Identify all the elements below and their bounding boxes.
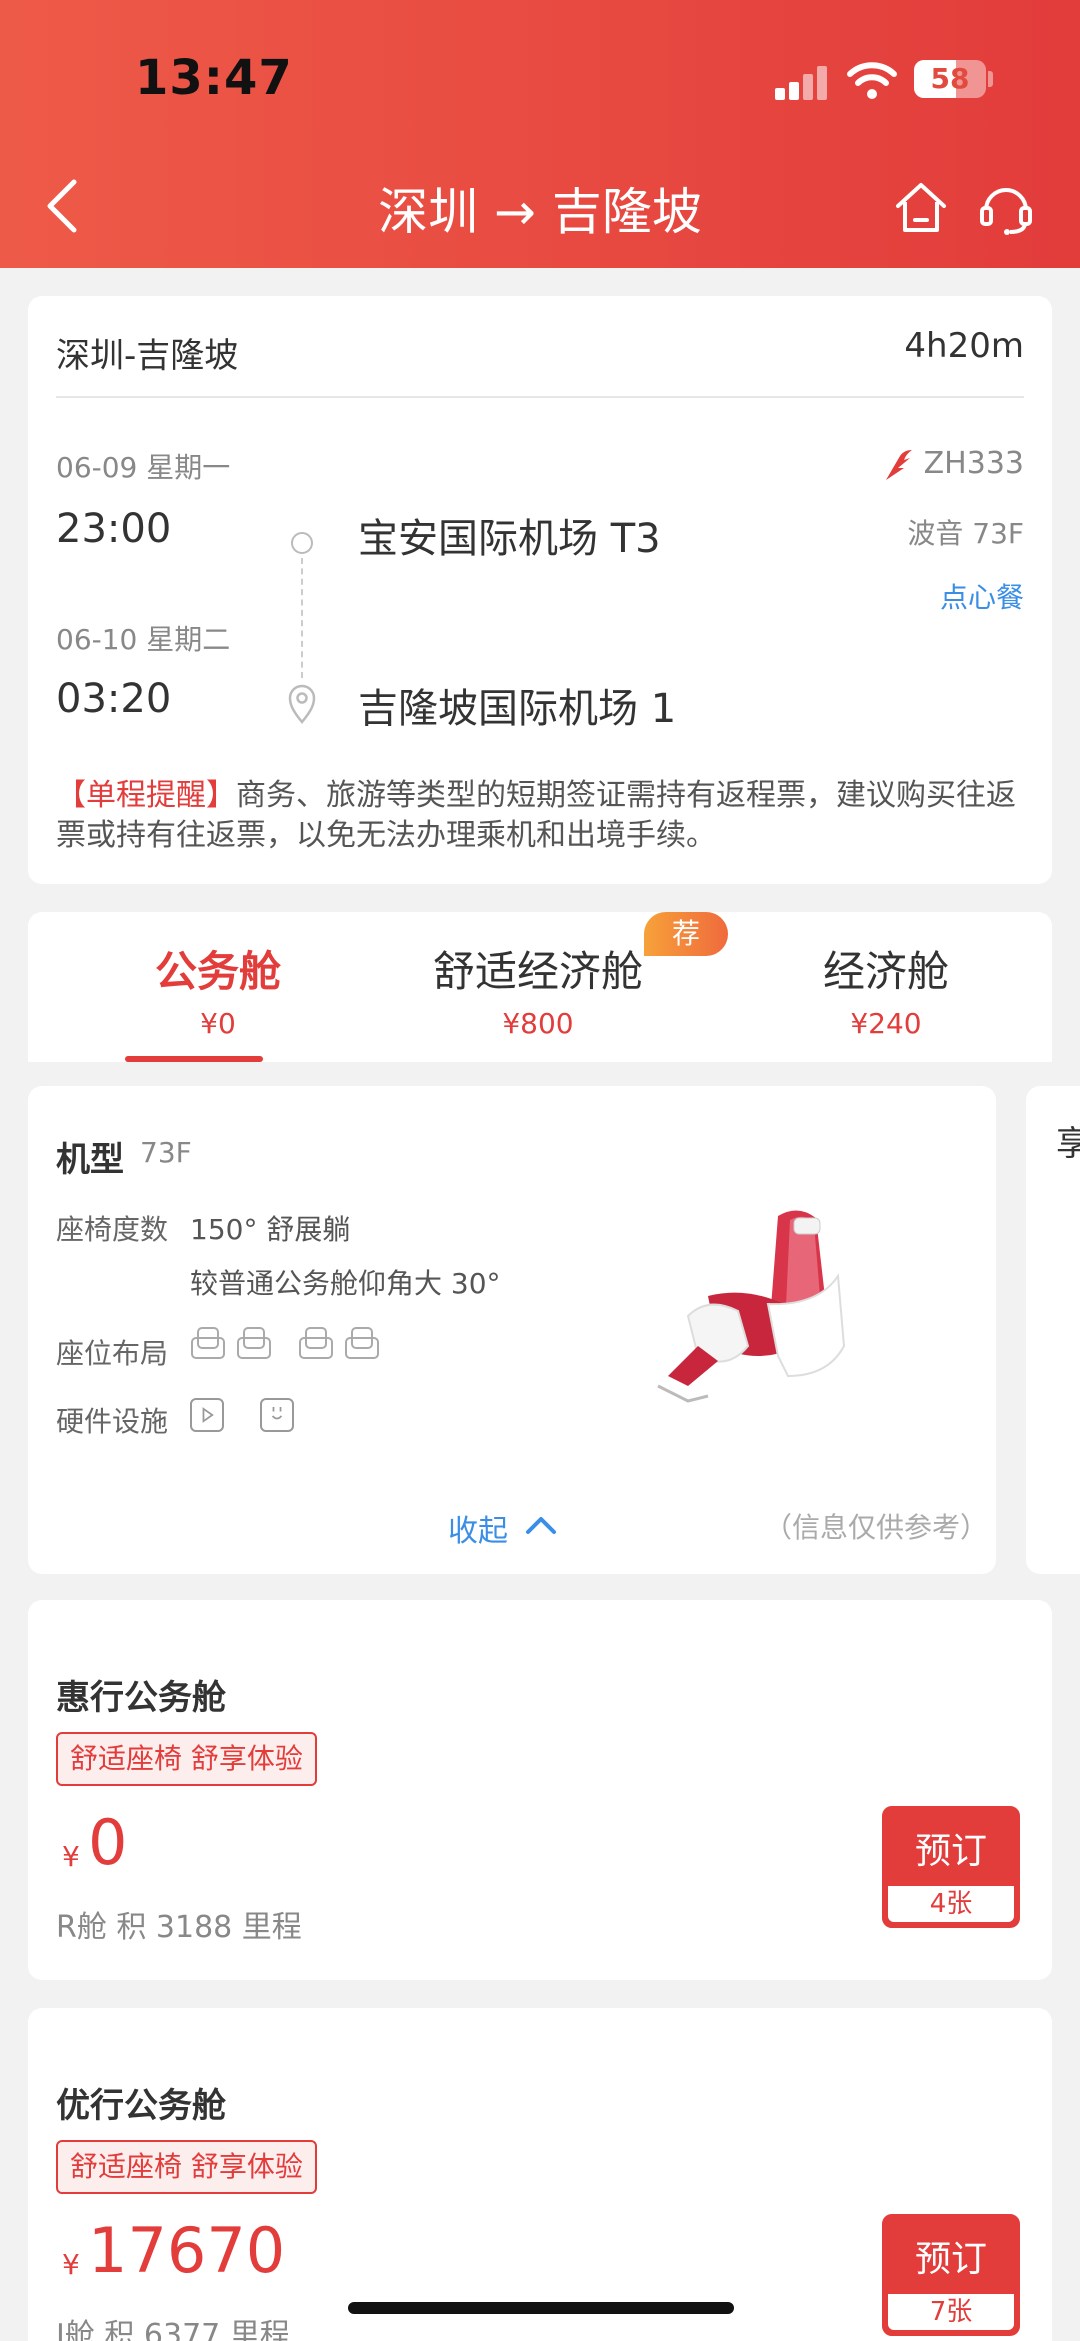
customer-service-icon[interactable] bbox=[978, 180, 1034, 236]
book-button[interactable]: 预订 4张 bbox=[882, 1806, 1020, 1928]
tab-label: 舒适经济舱 bbox=[432, 947, 643, 996]
meal-info-link[interactable]: 点心餐 bbox=[940, 576, 1024, 616]
notice-tag: 【单程提醒】 bbox=[56, 778, 236, 813]
seat-icon bbox=[191, 1327, 225, 1359]
next-seat-card-peek[interactable]: 享 bbox=[1026, 1086, 1080, 1574]
chevron-up-icon[interactable] bbox=[524, 1510, 558, 1540]
fare-tag: 舒适座椅 舒享体验 bbox=[56, 1732, 317, 1786]
model-value: 73F bbox=[140, 1136, 192, 1169]
active-tab-indicator bbox=[125, 1056, 263, 1062]
departure-dot-icon bbox=[291, 532, 313, 554]
book-label: 预订 bbox=[914, 1831, 987, 1872]
tab-price: ¥240 bbox=[850, 1007, 922, 1040]
seat-layout bbox=[190, 1326, 410, 1366]
remaining-seats: 4张 bbox=[888, 1886, 1014, 1922]
departure-time: 23:00 bbox=[56, 506, 172, 552]
business-seat-image bbox=[657, 1210, 846, 1403]
tab-label: 公务舱 bbox=[154, 947, 281, 996]
layout-label: 座位布局 bbox=[56, 1337, 169, 1370]
route-text: 深圳-吉隆坡 bbox=[56, 336, 239, 376]
entertainment-screen-icon bbox=[190, 1398, 224, 1432]
collapse-button[interactable]: 收起 bbox=[448, 1506, 508, 1550]
flight-number: ZH333 bbox=[923, 446, 1024, 481]
peek-text: 享 bbox=[1056, 1124, 1080, 1164]
book-button[interactable]: 预订 7张 bbox=[882, 2214, 1020, 2336]
seat-icon bbox=[237, 1327, 271, 1359]
home-indicator[interactable] bbox=[348, 2302, 734, 2314]
status-time: 13:47 bbox=[135, 50, 293, 106]
departure-date: 06-09 星期一 bbox=[56, 451, 231, 484]
battery-tip bbox=[988, 71, 993, 87]
flight-info-card: 深圳-吉隆坡 4h20m 06-09 星期一 23:00 06-10 星期二 0… bbox=[28, 296, 1052, 884]
tab-label: 经济舱 bbox=[822, 947, 949, 996]
tab-economy[interactable]: 经济舱 ¥240 bbox=[736, 938, 1036, 1040]
route-line bbox=[301, 558, 303, 678]
app-header: 13:47 58 深圳 → 吉隆坡 bbox=[0, 0, 1080, 268]
seat-icon bbox=[345, 1327, 379, 1359]
book-label: 预订 bbox=[914, 2239, 987, 2280]
airline-logo-icon bbox=[886, 450, 912, 480]
tab-premium-economy[interactable]: 舒适经济舱 ¥800 bbox=[388, 938, 688, 1040]
arrival-date: 06-10 星期二 bbox=[56, 623, 231, 656]
fare-title: 惠行公务舱 bbox=[56, 1678, 226, 1718]
model-label: 机型 bbox=[56, 1140, 124, 1180]
power-outlet-icon bbox=[260, 1398, 294, 1432]
location-pin-icon bbox=[288, 684, 316, 724]
tab-price: ¥800 bbox=[502, 1007, 574, 1040]
remaining-seats: 7张 bbox=[888, 2294, 1014, 2330]
battery-level: 58 bbox=[930, 62, 970, 95]
cabin-tabs: 公务舱 ¥0 舒适经济舱 ¥800 经济舱 ¥240 荐 bbox=[28, 912, 1052, 1062]
fare-miles: J舱 积 6377 里程 bbox=[56, 2318, 290, 2341]
tab-business[interactable]: 公务舱 ¥0 bbox=[68, 938, 368, 1040]
recline-note: 较普通公务舱仰角大 30° bbox=[190, 1267, 501, 1300]
fare-title: 优行公务舱 bbox=[56, 2086, 226, 2126]
seat-info-card: 机型 73F 座椅度数 150° 舒展躺 较普通公务舱仰角大 30° 座位布局 … bbox=[28, 1086, 996, 1574]
aircraft-type: 波音 73F bbox=[907, 517, 1024, 550]
home-icon[interactable] bbox=[893, 180, 949, 234]
battery-icon: 58 bbox=[914, 60, 986, 98]
arrival-time: 03:20 bbox=[56, 676, 172, 722]
cellular-signal-icon bbox=[775, 66, 829, 100]
flight-duration: 4h20m bbox=[904, 326, 1024, 366]
recline-label: 座椅度数 bbox=[56, 1213, 169, 1246]
seat-icon bbox=[299, 1327, 333, 1359]
departure-airport: 宝安国际机场 T3 bbox=[358, 516, 661, 562]
fare-miles: R舱 积 3188 里程 bbox=[56, 1910, 302, 1945]
fare-tag: 舒适座椅 舒享体验 bbox=[56, 2140, 317, 2194]
fare-currency: ¥ bbox=[62, 2248, 80, 2281]
fare-card: 惠行公务舱 舒适座椅 舒享体验 ¥ 0 R舱 积 3188 里程 预订 4张 bbox=[28, 1600, 1052, 1980]
fare-card: 优行公务舱 舒适座椅 舒享体验 ¥ 17670 J舱 积 6377 里程 预订 … bbox=[28, 2008, 1052, 2341]
tab-price: ¥0 bbox=[200, 1007, 236, 1040]
wifi-icon bbox=[847, 62, 897, 99]
recommend-badge: 荐 bbox=[644, 912, 728, 956]
arrival-airport: 吉隆坡国际机场 1 bbox=[358, 686, 677, 732]
fare-price: 17670 bbox=[88, 2214, 286, 2287]
divider bbox=[56, 396, 1024, 398]
hardware-label: 硬件设施 bbox=[56, 1405, 169, 1438]
reference-note: （信息仅供参考） bbox=[764, 1511, 989, 1544]
recline-value: 150° 舒展躺 bbox=[190, 1213, 351, 1246]
fare-price: 0 bbox=[88, 1806, 128, 1879]
fare-currency: ¥ bbox=[62, 1840, 80, 1873]
one-way-notice: 【单程提醒】商务、旅游等类型的短期签证需持有返程票，建议购买往返票或持有往返票，… bbox=[56, 776, 1026, 856]
